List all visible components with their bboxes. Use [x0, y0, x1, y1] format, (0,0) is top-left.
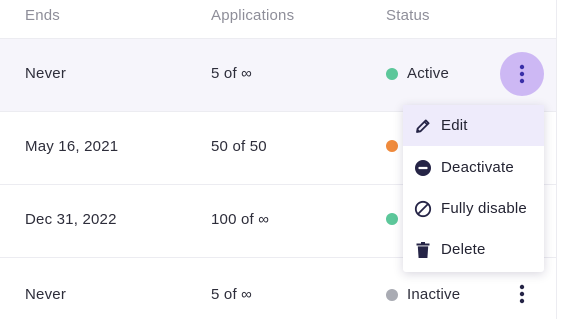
menu-item-delete[interactable]: Delete — [403, 229, 544, 270]
ends-cell: May 16, 2021 — [25, 138, 119, 155]
column-header-ends[interactable]: Ends — [25, 7, 60, 24]
row-actions-button[interactable] — [500, 52, 544, 96]
status-dot — [386, 67, 398, 80]
table-row[interactable]: Never 5 of ∞ Active — [0, 39, 556, 112]
row-actions-menu: Edit Deactivate Fully disable Delete — [403, 105, 544, 272]
row-actions-button[interactable] — [500, 272, 544, 316]
trash-icon — [413, 240, 433, 260]
ends-cell: Never — [25, 65, 67, 82]
applications-cell: 5 of ∞ — [211, 65, 253, 82]
menu-item-edit[interactable]: Edit — [403, 105, 544, 146]
table-header: Ends Applications Status — [0, 0, 556, 39]
divider — [556, 0, 557, 319]
pencil-icon — [413, 116, 433, 136]
applications-cell: 100 of ∞ — [211, 211, 270, 228]
menu-item-label: Fully disable — [441, 200, 527, 217]
ends-cell: Never — [25, 286, 67, 303]
menu-item-label: Delete — [441, 241, 486, 258]
status-dot — [386, 288, 398, 301]
status-dot — [386, 140, 398, 152]
status-cell: Inactive — [386, 286, 460, 303]
column-header-applications[interactable]: Applications — [211, 7, 294, 24]
menu-item-fully-disable[interactable]: Fully disable — [403, 188, 544, 229]
applications-cell: 5 of ∞ — [211, 286, 253, 303]
status-label: Inactive — [407, 286, 461, 303]
more-vertical-icon — [519, 64, 525, 84]
ends-cell: Dec 31, 2022 — [25, 211, 117, 228]
menu-item-label: Edit — [441, 117, 468, 134]
status-cell: Active — [386, 65, 449, 82]
prohibited-icon — [413, 199, 433, 219]
menu-item-deactivate[interactable]: Deactivate — [403, 147, 544, 188]
applications-cell: 50 of 50 — [211, 138, 267, 155]
page: Ends Applications Status Never 5 of ∞ Ac… — [0, 0, 576, 319]
menu-item-label: Deactivate — [441, 159, 514, 176]
more-vertical-icon — [519, 284, 525, 304]
status-dot — [386, 213, 398, 225]
column-header-status[interactable]: Status — [386, 7, 430, 24]
status-label: Active — [407, 65, 450, 82]
minus-circle-icon — [413, 158, 433, 178]
